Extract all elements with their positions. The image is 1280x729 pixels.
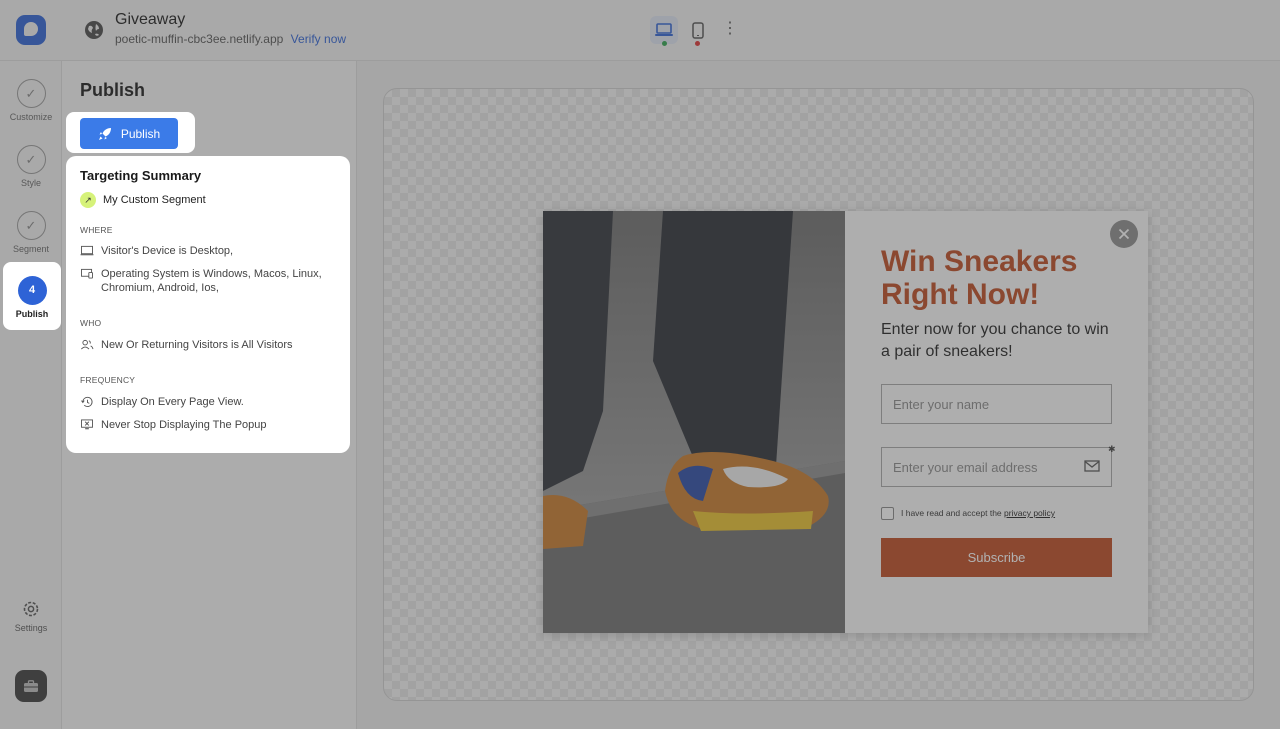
frequency-heading: FREQUENCY xyxy=(80,375,136,385)
users-icon xyxy=(80,339,94,350)
rail-item-label: Segment xyxy=(12,244,50,254)
name-field[interactable] xyxy=(881,384,1112,424)
publish-button[interactable]: Publish xyxy=(80,118,178,149)
frequency-line-2: Never Stop Displaying The Popup xyxy=(80,418,336,432)
rocket-icon xyxy=(98,127,111,140)
popup-subheadline: Enter now for you chance to win a pair o… xyxy=(881,321,1109,360)
rail-item-customize[interactable]: ✓ Customize xyxy=(0,79,62,122)
desktop-status-dot xyxy=(662,41,667,46)
targeting-summary-card: Targeting Summary ↗ My Custom Segment WH… xyxy=(66,156,350,453)
rail-item-publish[interactable]: 4 Publish xyxy=(3,262,61,330)
where-device-text: Visitor's Device is Desktop, xyxy=(101,245,234,257)
rail-item-label: Publish xyxy=(15,309,49,319)
who-heading: WHO xyxy=(80,318,102,328)
frequency-text-2: Never Stop Displaying The Popup xyxy=(101,419,267,431)
email-field[interactable] xyxy=(881,447,1112,487)
site-url: poetic-muffin-cbc3ee.netlify.app Verify … xyxy=(115,32,346,46)
envelope-icon xyxy=(1084,460,1100,472)
privacy-policy-link[interactable]: privacy policy xyxy=(1004,508,1055,518)
laptop-icon xyxy=(81,268,93,279)
globe-icon xyxy=(85,21,103,39)
where-os-text: Operating System is Windows, Macos, Linu… xyxy=(101,268,322,294)
rail-item-style[interactable]: ✓ Style xyxy=(0,145,62,188)
check-icon: ✓ xyxy=(16,145,46,174)
where-heading: WHERE xyxy=(80,225,113,235)
rail-item-label: Style xyxy=(20,178,41,188)
preview-frame: Win Sneakers Right Now! Enter now for yo… xyxy=(383,88,1254,701)
check-icon: ✓ xyxy=(16,211,46,240)
targeting-summary-title: Targeting Summary xyxy=(80,168,202,183)
rail-item-segment[interactable]: ✓ Segment xyxy=(0,211,62,254)
segment-name: My Custom Segment xyxy=(103,194,206,206)
popup-preview: Win Sneakers Right Now! Enter now for yo… xyxy=(543,211,1148,633)
panel-title: Publish xyxy=(80,80,146,100)
step-number-badge: 4 xyxy=(17,276,47,305)
consent-text: I have read and accept the xyxy=(901,508,1002,518)
settings-label[interactable]: Settings xyxy=(0,623,62,633)
rail-item-label: Customize xyxy=(9,112,53,122)
who-text: New Or Returning Visitors is All Visitor… xyxy=(101,339,293,351)
briefcase-icon xyxy=(24,679,38,692)
mobile-preview-button[interactable] xyxy=(684,16,712,44)
sneaker-photo xyxy=(543,211,845,633)
verify-now-link[interactable]: Verify now xyxy=(291,32,346,46)
popup-close-button[interactable] xyxy=(1110,220,1138,248)
sneaker-illustration xyxy=(543,211,845,633)
frequency-text-1: Display On Every Page View. xyxy=(101,396,244,408)
mobile-icon xyxy=(692,21,704,39)
privacy-consent-label: I have read and accept the privacy polic… xyxy=(901,508,1055,518)
popup-headline: Win Sneakers Right Now! xyxy=(881,245,1078,311)
desktop-preview-button[interactable] xyxy=(650,16,678,44)
mobile-status-dot xyxy=(695,41,700,46)
site-url-text: poetic-muffin-cbc3ee.netlify.app xyxy=(115,32,284,46)
publish-button-highlight: Publish xyxy=(66,112,195,153)
monitor-icon xyxy=(80,245,94,256)
briefcase-button[interactable] xyxy=(15,670,47,702)
required-marker: ✱ xyxy=(1108,444,1116,454)
gear-icon[interactable] xyxy=(21,599,41,619)
preview-canvas: Win Sneakers Right Now! Enter now for yo… xyxy=(357,61,1280,729)
trend-icon: ↗ xyxy=(80,192,96,208)
app-logo[interactable] xyxy=(16,15,46,45)
where-os-line: Operating System is Windows, Macos, Linu… xyxy=(80,267,336,295)
publish-button-label: Publish xyxy=(120,126,161,141)
close-icon xyxy=(1118,228,1130,240)
screen-stop-icon xyxy=(81,419,93,430)
check-icon: ✓ xyxy=(16,79,46,108)
segment-row: ↗ My Custom Segment xyxy=(80,192,336,208)
site-name: Giveaway xyxy=(115,11,186,28)
more-options-icon[interactable]: ⋮ xyxy=(722,20,738,40)
history-icon xyxy=(81,396,93,408)
subscribe-button[interactable]: Subscribe xyxy=(881,538,1112,577)
who-line: New Or Returning Visitors is All Visitor… xyxy=(80,338,336,352)
publish-panel: Publish Publish Targeting Summary ↗ My C… xyxy=(62,61,357,729)
desktop-icon xyxy=(655,23,673,36)
privacy-checkbox[interactable] xyxy=(881,507,894,520)
step-rail: ✓ Customize ✓ Style ✓ Segment 4 Publish … xyxy=(0,61,62,729)
top-bar: Giveaway poetic-muffin-cbc3ee.netlify.ap… xyxy=(0,0,1280,61)
frequency-line-1: Display On Every Page View. xyxy=(80,395,336,409)
where-device-line: Visitor's Device is Desktop, xyxy=(80,244,336,258)
